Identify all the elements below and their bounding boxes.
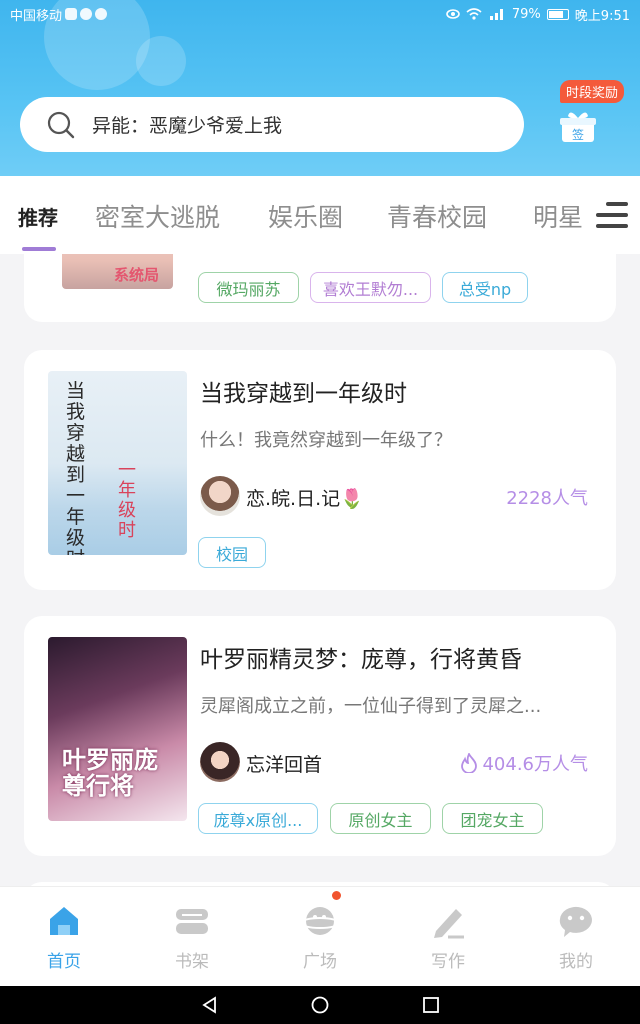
tab-celebrity[interactable]: 明星 (533, 198, 583, 234)
nav-profile[interactable]: 我的 (536, 901, 616, 972)
nav-profile-label: 我的 (559, 952, 593, 972)
nav-write[interactable]: 写作 (408, 901, 488, 972)
author-name[interactable]: 恋.皖.日.记🌷 (246, 484, 364, 511)
home-circle-icon[interactable] (310, 995, 330, 1015)
tab-campus[interactable]: 青春校园 (387, 198, 487, 234)
story-tag[interactable]: 庞尊x原创... (198, 803, 318, 834)
nav-square-label: 广场 (303, 952, 337, 972)
battery-percent: 79% (511, 6, 541, 22)
clock: 晚上9:51 (574, 8, 630, 24)
story-feed[interactable]: 系统局 微玛丽苏 喜欢王默勿... 总受np 当我穿越到一年级时 一年级时 当我… (0, 254, 640, 886)
decor-bubble (136, 36, 186, 86)
category-tabs: 推荐 密室大逃脱 娱乐圈 青春校园 明星 (0, 176, 640, 254)
nav-write-label: 写作 (431, 952, 465, 972)
sign-in-reward-button[interactable]: 时段奖励 签 (556, 80, 628, 152)
tab-escape-room[interactable]: 密室大逃脱 (95, 198, 220, 234)
story-card[interactable]: 系统局 微玛丽苏 喜欢王默勿... 总受np (24, 254, 616, 322)
search-bar[interactable]: 异能：恶魔少爷爱上我 (20, 97, 524, 152)
story-card[interactable]: 叶罗丽庞尊行将 叶罗丽精灵梦：庞尊，行将黄昏 灵犀阁成立之前，一位仙子得到了灵犀… (24, 616, 616, 856)
gift-label: 签 (572, 127, 584, 142)
gift-icon: 签 (560, 112, 596, 142)
author-name[interactable]: 忘洋回首 (246, 750, 322, 777)
notification-icon (80, 8, 93, 20)
story-card[interactable]: 当我穿越到一年级时 一年级时 当我穿越到一年级时 什么！我竟然穿越到一年级了？ … (24, 350, 616, 590)
author-avatar[interactable] (200, 742, 240, 782)
search-icon (47, 111, 75, 138)
nav-home[interactable]: 首页 (24, 901, 104, 972)
story-tag[interactable]: 原创女主 (330, 803, 431, 834)
bookshelf-icon (176, 909, 208, 934)
back-icon[interactable] (200, 995, 220, 1015)
reward-badge: 时段奖励 (560, 80, 625, 103)
fire-icon (461, 753, 478, 773)
nav-square[interactable]: 广场 (280, 891, 360, 972)
app-header: 中国移动 79% 晚上9:51 异能：恶魔少爷爱上我 时段奖励 签 (0, 0, 640, 176)
story-title[interactable]: 叶罗丽精灵梦：庞尊，行将黄昏 (200, 640, 522, 674)
story-cover: 叶罗丽庞尊行将 (48, 637, 187, 821)
story-description: 灵犀阁成立之前，一位仙子得到了灵犀之... (200, 696, 542, 717)
recents-icon[interactable] (421, 995, 441, 1015)
signal-icon (489, 9, 503, 20)
tab-entertainment[interactable]: 娱乐圈 (268, 198, 343, 234)
notification-dot (332, 891, 341, 900)
nav-bookshelf[interactable]: 书架 (152, 901, 232, 972)
story-tag[interactable]: 微玛丽苏 (198, 272, 299, 303)
wifi-icon (466, 8, 482, 20)
planet-icon (300, 907, 340, 935)
story-tag[interactable]: 团宠女主 (442, 803, 543, 834)
popularity-count: 2228人气 (506, 488, 588, 509)
eye-icon (446, 9, 460, 19)
pen-icon (434, 909, 464, 939)
popularity-count: 404.6万人气 (460, 750, 588, 776)
story-description: 什么！我竟然穿越到一年级了？ (200, 430, 452, 451)
home-icon (50, 907, 78, 935)
system-navigation-bar (0, 986, 640, 1024)
story-cover: 系统局 (62, 254, 173, 289)
tab-recommend[interactable]: 推荐 (18, 202, 58, 231)
status-bar: 中国移动 79% 晚上9:51 (0, 0, 640, 28)
carrier-label: 中国移动 (10, 8, 63, 24)
battery-icon (546, 8, 569, 20)
message-icon (95, 8, 108, 20)
story-cover: 当我穿越到一年级时 一年级时 (48, 371, 187, 555)
bottom-navigation: 首页 书架 广场 写作 我的 (0, 886, 640, 986)
story-tag[interactable]: 校园 (198, 537, 266, 568)
nav-bookshelf-label: 书架 (175, 952, 209, 972)
notification-icon (65, 8, 78, 20)
story-title[interactable]: 当我穿越到一年级时 (200, 374, 407, 408)
search-placeholder: 异能：恶魔少爷爱上我 (92, 115, 283, 137)
category-menu-button[interactable] (588, 196, 640, 236)
author-avatar[interactable] (200, 476, 240, 516)
active-tab-indicator (22, 247, 56, 251)
story-tag[interactable]: 总受np (442, 272, 528, 303)
chat-face-icon (559, 906, 592, 937)
story-tag[interactable]: 喜欢王默勿... (310, 272, 431, 303)
nav-home-label: 首页 (47, 952, 81, 972)
